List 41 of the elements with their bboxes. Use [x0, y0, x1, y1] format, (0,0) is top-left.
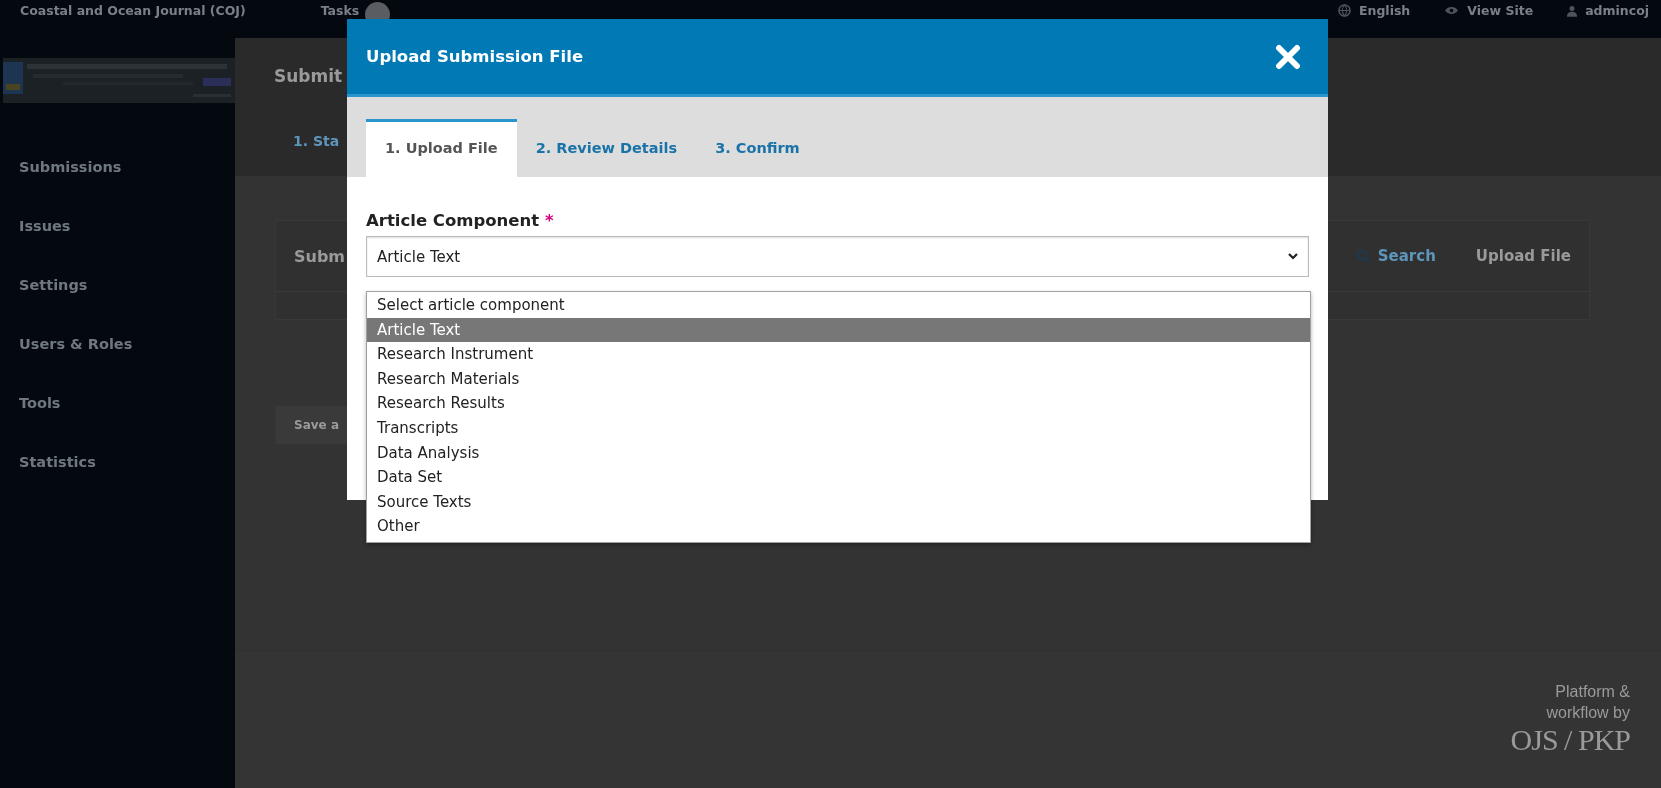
dialog-title: Upload Submission File — [366, 47, 584, 66]
field-label: Article Component * — [366, 210, 555, 232]
footer-logo[interactable]: OJS / PKP — [1510, 723, 1630, 757]
nav-item[interactable]: Users & Roles — [0, 332, 235, 391]
component-select[interactable]: Article Text — [366, 236, 1309, 277]
nav-item[interactable]: Submissions — [0, 155, 235, 214]
chevron-icon — [1288, 253, 1298, 260]
globe-icon — [1337, 4, 1351, 17]
search-link[interactable]: Search — [1355, 247, 1436, 265]
upload-file-link[interactable]: Upload File — [1475, 247, 1571, 265]
dropdown-option[interactable]: Article Text — [367, 317, 1310, 343]
dropdown-option[interactable]: Data Set — [367, 465, 1310, 490]
dropdown-option[interactable]: Transcripts — [367, 415, 1310, 441]
dropdown-option[interactable]: Source Texts — [367, 489, 1310, 515]
dialog-tab[interactable]: 2. Review Details — [516, 119, 697, 177]
panel-title: Subm — [294, 246, 346, 266]
dropdown-option[interactable]: Other — [367, 514, 1310, 539]
dropdown-option[interactable]: Data Analysis — [367, 440, 1310, 466]
page-tab[interactable]: 1. Sta — [293, 133, 340, 149]
footer-text: Platform & workflow by — [1545, 682, 1630, 723]
journal-title[interactable]: Coastal and Ocean Journal (COJ) — [20, 3, 246, 18]
nav-item[interactable]: Statistics — [0, 450, 235, 509]
close-icon[interactable] — [1275, 43, 1301, 70]
nav-item[interactable]: Tools — [0, 391, 235, 450]
nav-item[interactable]: Settings — [0, 273, 235, 332]
nav-item[interactable]: Issues — [0, 214, 235, 273]
eye-icon — [1444, 5, 1460, 16]
required-mark: * — [544, 211, 554, 230]
dialog-tab[interactable]: 3. Confirm — [696, 119, 819, 177]
search-icon — [1355, 249, 1370, 263]
dropdown-option[interactable]: Select article component — [367, 293, 1310, 318]
user-icon — [1567, 4, 1578, 17]
dropdown-option[interactable]: Research Materials — [367, 366, 1310, 392]
language-link[interactable]: English — [1337, 3, 1411, 18]
user-menu[interactable]: admincoj — [1567, 3, 1649, 18]
tasks-link[interactable]: Tasks — [320, 3, 360, 18]
dropdown-option[interactable]: Research Results — [367, 391, 1310, 416]
page-title: Submit — [274, 66, 344, 86]
dialog-tab[interactable]: 1. Upload File — [366, 119, 517, 177]
view-site-link[interactable]: View Site — [1444, 3, 1534, 18]
dropdown-option[interactable]: Research Instrument — [367, 342, 1310, 367]
